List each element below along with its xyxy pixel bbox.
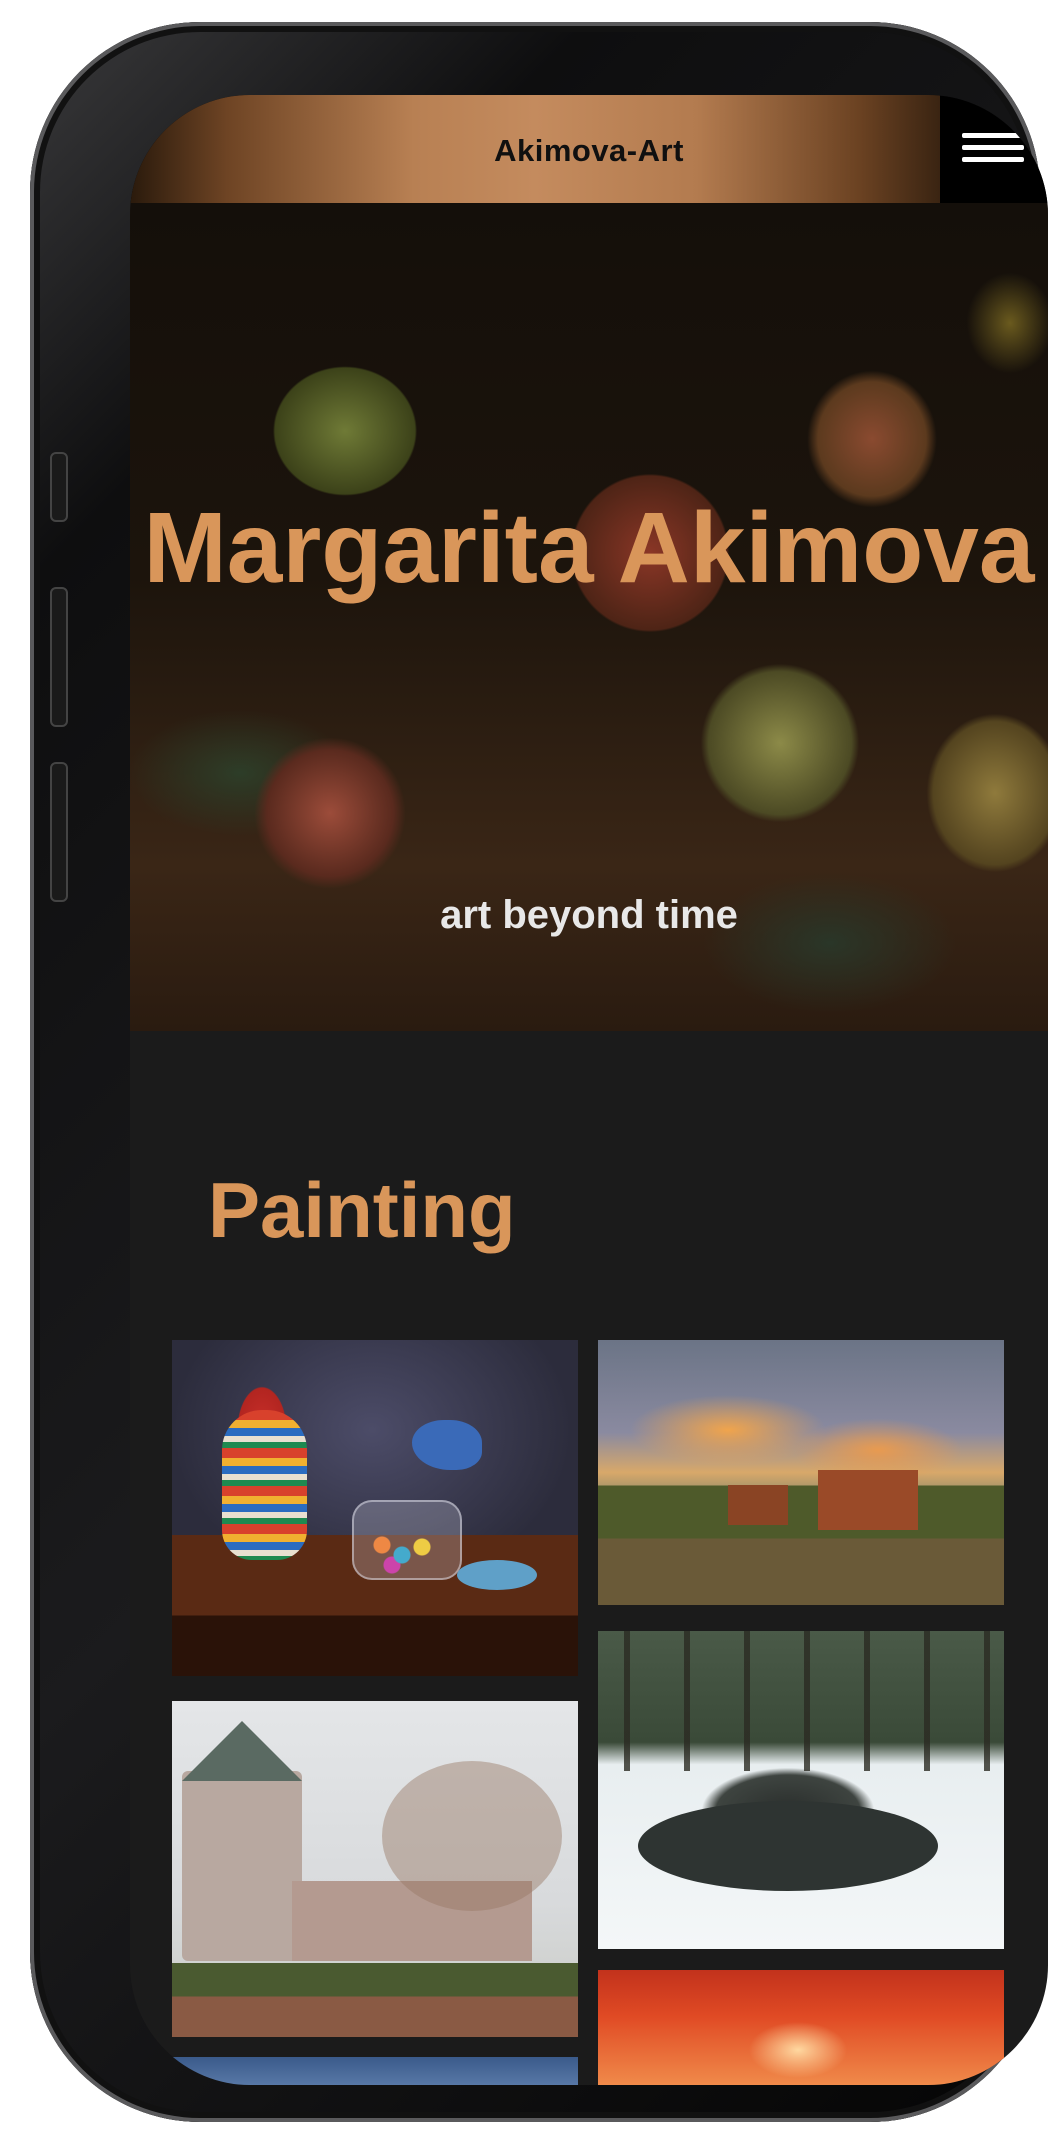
site-title[interactable]: Akimova-Art xyxy=(130,95,1048,203)
hero-subtitle: art beyond time xyxy=(440,893,738,937)
pitcher xyxy=(222,1410,307,1560)
gallery-item-fortress-tower[interactable] xyxy=(172,1701,578,2037)
plate xyxy=(457,1560,537,1590)
bare-tree xyxy=(382,1761,562,1911)
stream xyxy=(638,1801,938,1891)
hamburger-menu-icon[interactable] xyxy=(962,133,1026,165)
phone-frame: Akimova-Art Margarita Akimova art beyond… xyxy=(30,22,1048,2122)
volume-down-button xyxy=(50,762,68,902)
mute-switch xyxy=(50,452,68,522)
hero-banner: Margarita Akimova art beyond time xyxy=(130,203,1048,1031)
menu-line xyxy=(962,157,1024,162)
tower-roof xyxy=(182,1721,302,1781)
gallery-item-partial[interactable] xyxy=(172,2057,578,2085)
section-title: Painting xyxy=(208,1166,516,1254)
forest xyxy=(598,1631,1004,1771)
menu-line xyxy=(962,145,1024,150)
blue-jay xyxy=(412,1420,482,1470)
barn xyxy=(728,1485,788,1525)
site-header: Akimova-Art xyxy=(130,95,1048,203)
house xyxy=(818,1470,918,1530)
gallery-item-still-life[interactable] xyxy=(172,1340,578,1676)
gallery-item-autumn-tree[interactable] xyxy=(598,1970,1004,2085)
gallery-item-village-sunset[interactable] xyxy=(598,1340,1004,1605)
volume-up-button xyxy=(50,587,68,727)
phone-screen: Akimova-Art Margarita Akimova art beyond… xyxy=(130,95,1048,2085)
tower xyxy=(182,1771,302,1961)
candies xyxy=(372,1535,442,1575)
gallery-item-winter-stream[interactable] xyxy=(598,1631,1004,1949)
menu-line xyxy=(962,133,1024,138)
artist-name: Margarita Akimova xyxy=(143,492,1035,604)
